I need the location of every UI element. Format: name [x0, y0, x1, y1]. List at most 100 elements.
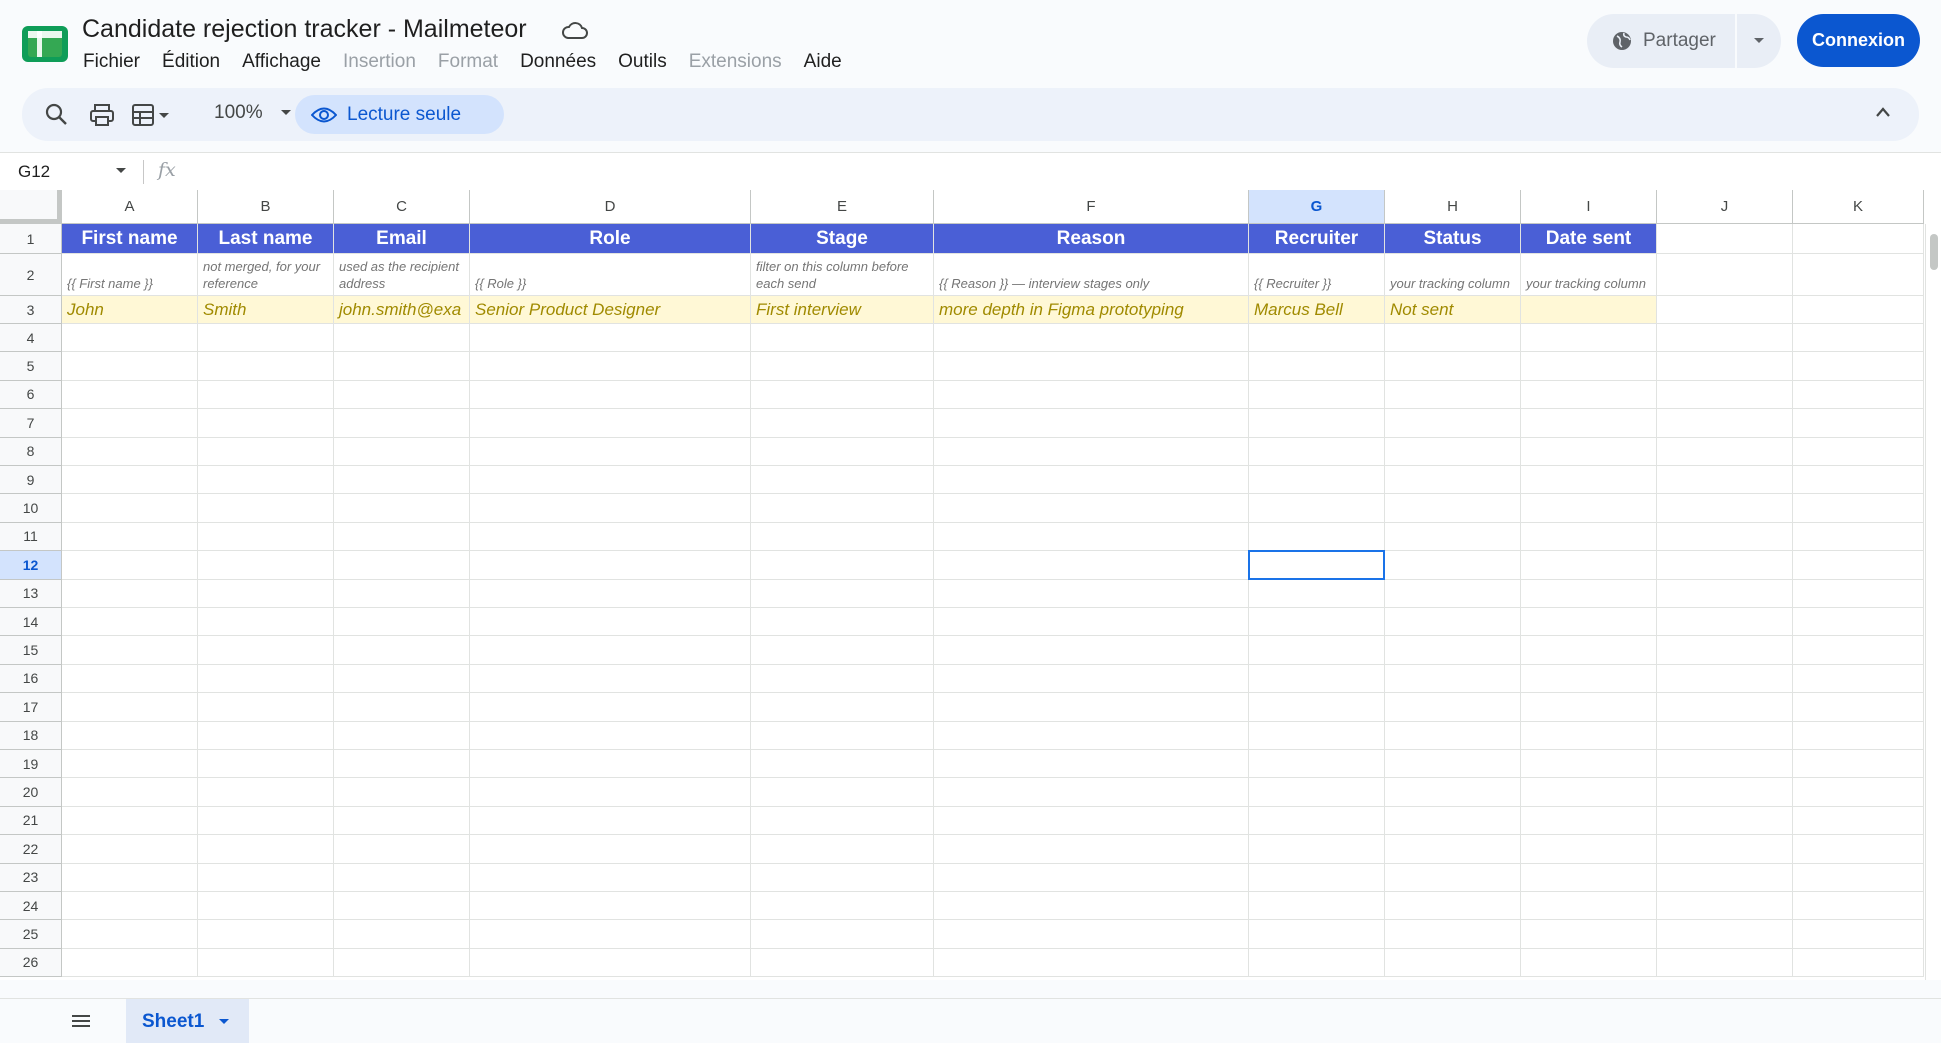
cell-k3[interactable]: [1793, 296, 1924, 324]
cell-i16[interactable]: [1521, 664, 1657, 694]
cell-h17[interactable]: [1385, 693, 1521, 722]
cell-h22[interactable]: [1385, 835, 1521, 864]
cell-b9[interactable]: [198, 466, 334, 495]
cell-g6[interactable]: [1249, 380, 1385, 410]
cell-f4[interactable]: [934, 324, 1249, 353]
cell-b19[interactable]: [198, 750, 334, 779]
cell-j1[interactable]: [1657, 224, 1793, 254]
cell-b1[interactable]: Last name: [198, 224, 334, 254]
cell-e18[interactable]: [751, 721, 934, 750]
cell-i1[interactable]: Date sent: [1521, 224, 1657, 254]
cell-k4[interactable]: [1793, 324, 1924, 353]
cell-a25[interactable]: [62, 920, 198, 949]
cell-h20[interactable]: [1385, 778, 1521, 807]
cell-j20[interactable]: [1657, 778, 1793, 807]
cell-i10[interactable]: [1521, 494, 1657, 523]
cell-j16[interactable]: [1657, 664, 1793, 694]
cell-g21[interactable]: [1249, 806, 1385, 836]
cell-c2[interactable]: used as the recipient address: [334, 254, 470, 296]
cell-f8[interactable]: [934, 437, 1249, 466]
column-header-i[interactable]: I: [1521, 190, 1657, 224]
cell-k25[interactable]: [1793, 920, 1924, 949]
cell-e26[interactable]: [751, 948, 934, 978]
cell-d16[interactable]: [470, 664, 751, 694]
cell-g15[interactable]: [1249, 636, 1385, 665]
cell-h9[interactable]: [1385, 466, 1521, 495]
cell-a10[interactable]: [62, 494, 198, 523]
cell-i22[interactable]: [1521, 835, 1657, 864]
row-header-17[interactable]: 17: [0, 693, 62, 722]
cell-k12[interactable]: [1793, 551, 1924, 580]
cell-b14[interactable]: [198, 608, 334, 637]
cell-i15[interactable]: [1521, 636, 1657, 665]
cell-h6[interactable]: [1385, 380, 1521, 410]
row-header-11[interactable]: 11: [0, 522, 62, 552]
cell-f23[interactable]: [934, 863, 1249, 892]
cell-g20[interactable]: [1249, 778, 1385, 807]
cell-j2[interactable]: [1657, 254, 1793, 296]
row-header-26[interactable]: 26: [0, 948, 62, 978]
cell-i2[interactable]: your tracking column: [1521, 254, 1657, 296]
cell-i23[interactable]: [1521, 863, 1657, 892]
cell-b21[interactable]: [198, 806, 334, 836]
cell-h15[interactable]: [1385, 636, 1521, 665]
column-header-j[interactable]: J: [1657, 190, 1793, 224]
column-header-k[interactable]: K: [1793, 190, 1924, 224]
cell-d13[interactable]: [470, 579, 751, 608]
cell-d17[interactable]: [470, 693, 751, 722]
cell-e14[interactable]: [751, 608, 934, 637]
cell-c15[interactable]: [334, 636, 470, 665]
cell-a3[interactable]: John: [62, 296, 198, 324]
cell-c10[interactable]: [334, 494, 470, 523]
column-header-a[interactable]: A: [62, 190, 198, 224]
cell-k17[interactable]: [1793, 693, 1924, 722]
menu-outils[interactable]: Outils: [618, 50, 667, 76]
row-header-12[interactable]: 12: [0, 551, 62, 580]
cell-a12[interactable]: [62, 551, 198, 580]
cell-d9[interactable]: [470, 466, 751, 495]
cell-c9[interactable]: [334, 466, 470, 495]
cell-j15[interactable]: [1657, 636, 1793, 665]
row-header-23[interactable]: 23: [0, 863, 62, 892]
cell-c19[interactable]: [334, 750, 470, 779]
cell-a16[interactable]: [62, 664, 198, 694]
cell-j4[interactable]: [1657, 324, 1793, 353]
cell-c20[interactable]: [334, 778, 470, 807]
cell-k26[interactable]: [1793, 948, 1924, 978]
cell-k23[interactable]: [1793, 863, 1924, 892]
vertical-scrollbar[interactable]: [1925, 224, 1941, 980]
cell-c22[interactable]: [334, 835, 470, 864]
cell-b7[interactable]: [198, 409, 334, 438]
cell-j7[interactable]: [1657, 409, 1793, 438]
row-header-24[interactable]: 24: [0, 892, 62, 921]
cell-i19[interactable]: [1521, 750, 1657, 779]
cell-f24[interactable]: [934, 892, 1249, 921]
row-header-19[interactable]: 19: [0, 750, 62, 779]
cell-h4[interactable]: [1385, 324, 1521, 353]
cell-g4[interactable]: [1249, 324, 1385, 353]
share-button[interactable]: Partager: [1587, 14, 1737, 68]
row-header-6[interactable]: 6: [0, 380, 62, 410]
menu-extensions[interactable]: Extensions: [689, 50, 782, 76]
cell-c8[interactable]: [334, 437, 470, 466]
row-header-8[interactable]: 8: [0, 437, 62, 466]
cell-b22[interactable]: [198, 835, 334, 864]
cell-j18[interactable]: [1657, 721, 1793, 750]
cell-g19[interactable]: [1249, 750, 1385, 779]
cell-a1[interactable]: First name: [62, 224, 198, 254]
cell-h21[interactable]: [1385, 806, 1521, 836]
cell-i20[interactable]: [1521, 778, 1657, 807]
cell-k20[interactable]: [1793, 778, 1924, 807]
cell-c24[interactable]: [334, 892, 470, 921]
cell-b13[interactable]: [198, 579, 334, 608]
cell-d22[interactable]: [470, 835, 751, 864]
zoom-level[interactable]: 100%: [214, 102, 263, 124]
cell-a4[interactable]: [62, 324, 198, 353]
cell-f7[interactable]: [934, 409, 1249, 438]
cell-f11[interactable]: [934, 522, 1249, 552]
cell-b10[interactable]: [198, 494, 334, 523]
cell-e5[interactable]: [751, 352, 934, 381]
cell-d20[interactable]: [470, 778, 751, 807]
column-header-g[interactable]: G: [1249, 190, 1385, 224]
cell-i18[interactable]: [1521, 721, 1657, 750]
